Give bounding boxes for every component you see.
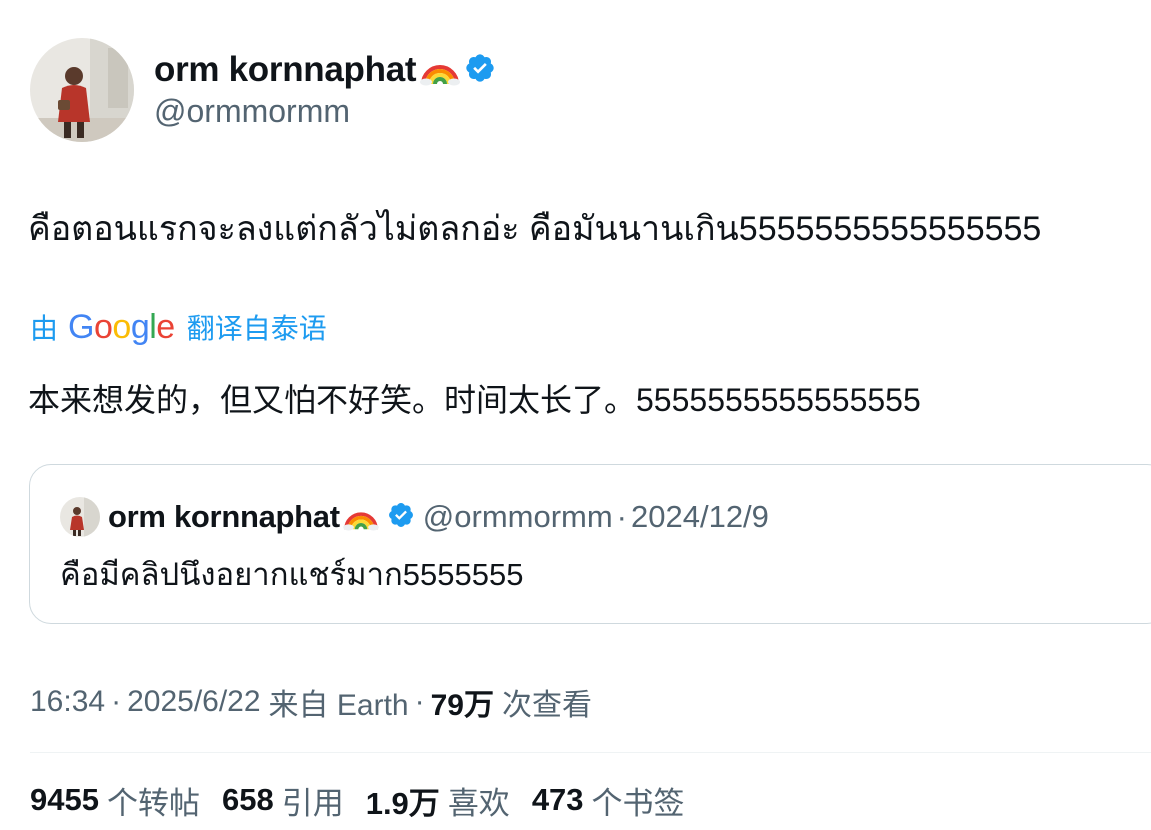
translation-prefix: 由 — [30, 313, 59, 344]
divider — [30, 752, 1151, 753]
reposts-label: 个转帖 — [106, 785, 200, 821]
engagement-stats: 9455 个转帖 658 引用 1.9万 喜欢 473 个书签 — [30, 778, 707, 822]
separator-dot: · — [616, 499, 627, 534]
likes-stat[interactable]: 1.9万 喜欢 — [366, 778, 510, 823]
quoted-author-avatar — [60, 497, 100, 537]
author-handle[interactable]: @ormmormm — [154, 93, 350, 130]
tweet-meta: 16:34 · 2025/6/22 来自 Earth · 79万 次查看 — [30, 680, 592, 724]
verified-badge-icon — [387, 501, 415, 534]
quoted-tweet-card[interactable]: orm kornnaphat @ormmormm · 2024/12/9 คือ… — [29, 464, 1151, 624]
bookmarks-label: 个书签 — [591, 785, 685, 821]
quotes-stat[interactable]: 658 引用 — [222, 778, 344, 823]
quoted-tweet-header: orm kornnaphat @ormmormm · 2024/12/9 — [108, 495, 769, 539]
reposts-stat[interactable]: 9455 个转帖 — [30, 778, 200, 823]
translated-text: 本来想发的，但又怕不好笑。时间太长了。5555555555555555 — [28, 382, 921, 418]
rainbow-emoji-icon — [420, 50, 461, 91]
quoted-author-handle: @ormmormm — [422, 499, 613, 534]
author-name-row: orm kornnaphat — [154, 48, 496, 92]
rainbow-emoji-icon — [343, 499, 379, 536]
quotes-label: 引用 — [281, 785, 344, 821]
separator-dot: · — [414, 685, 425, 718]
views-count: 79万 — [430, 689, 494, 722]
tweet-date[interactable]: 2025/6/22 — [127, 685, 260, 719]
google-logo: Google — [68, 307, 175, 346]
verified-badge-icon[interactable] — [464, 52, 496, 89]
author-avatar[interactable] — [30, 38, 134, 142]
tweet-text: คือตอนแรกจะลงแต่กลัวไม่ตลกอ่ะ คือมันนานเ… — [28, 210, 1042, 248]
reposts-count: 9455 — [30, 782, 99, 817]
bookmarks-count: 473 — [531, 782, 584, 817]
views-label: 次查看 — [501, 689, 592, 722]
separator-dot: · — [111, 685, 122, 718]
likes-count: 1.9万 — [365, 785, 440, 821]
bookmarks-stat[interactable]: 473 个书签 — [532, 778, 685, 823]
tweet-source: 来自 Earth — [268, 689, 409, 722]
quoted-tweet-date: 2024/12/9 — [631, 499, 769, 534]
translation-attribution[interactable]: 由 Google 翻译自泰语 — [30, 305, 327, 349]
quoted-tweet-text: คือมีคลิปนึงอยากแชร์มาก5555555 — [60, 557, 524, 592]
tweet-time[interactable]: 16:34 — [30, 685, 105, 719]
quotes-count: 658 — [221, 782, 274, 817]
translation-suffix: 翻译自泰语 — [186, 313, 327, 344]
author-display-name[interactable]: orm kornnaphat — [154, 50, 417, 90]
quoted-author-name: orm kornnaphat — [108, 499, 340, 534]
likes-label: 喜欢 — [447, 785, 510, 821]
